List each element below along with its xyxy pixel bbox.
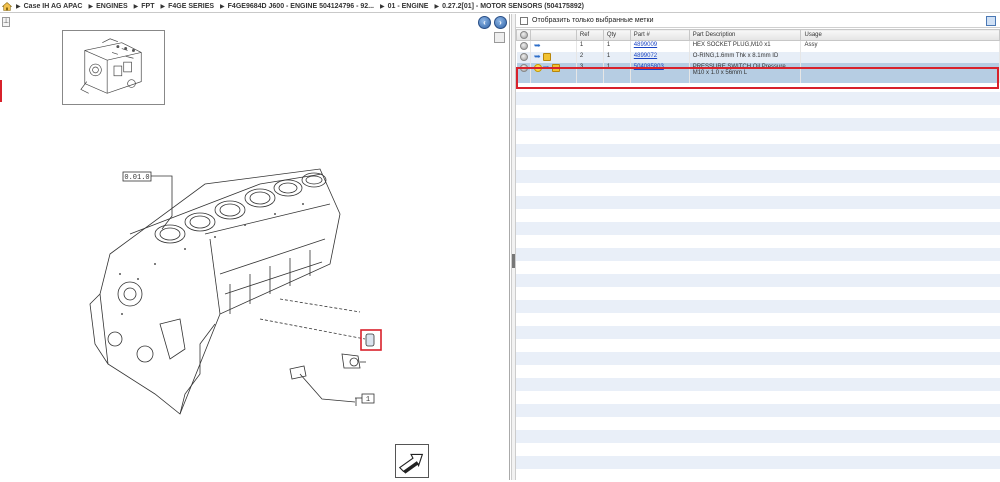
callout-main-label: 0.01.0 [124, 174, 149, 182]
header-qty[interactable]: Qty [602, 29, 631, 41]
export-icon[interactable] [986, 16, 996, 26]
breadcrumb-label: FPT [141, 2, 155, 10]
header-settings[interactable] [516, 29, 531, 41]
row-status-icon[interactable] [519, 52, 528, 61]
next-page-arrow-icon[interactable] [395, 444, 429, 478]
breadcrumb-arrow-icon: ▶ [16, 3, 21, 10]
row-status-icon[interactable] [519, 42, 528, 50]
breadcrumb-label: 01 - ENGINE [387, 2, 429, 10]
home-icon[interactable] [2, 1, 12, 11]
breadcrumb-arrow-icon: ▶ [379, 3, 385, 10]
header-part-number[interactable]: Part # [629, 29, 690, 41]
breadcrumb-item[interactable]: ▶ FPT [134, 3, 155, 10]
row-actions: ➥ [530, 62, 577, 83]
splitter-grip[interactable] [512, 254, 515, 268]
parts-table: Ref Qty Part # Part Description Usage ➥ … [516, 29, 1000, 83]
link-icon[interactable]: ➥ [534, 42, 542, 50]
cell-qty: 1 [603, 51, 631, 63]
cell-qty: 1 [603, 40, 631, 52]
cell-usage [800, 51, 1000, 63]
part-number-link[interactable]: 504085803 [634, 64, 664, 70]
breadcrumb-label: Case IH AG APAC [23, 2, 83, 10]
cell-ref: 3 [576, 62, 604, 83]
table-row[interactable]: ➥ 2 1 4899072 O-RING,1.6mm Thk x 8.1mm I… [516, 51, 1000, 63]
breadcrumb-arrow-icon: ▶ [133, 3, 139, 10]
cell-ref: 1 [576, 40, 604, 52]
table-row[interactable]: ➥ 1 1 4899009 HEX SOCKET PLUG,M10 x1 Ass… [516, 40, 1000, 52]
header-usage[interactable]: Usage [800, 29, 1000, 41]
engine-thumbnail[interactable] [62, 30, 165, 105]
breadcrumb-item: ▶ 0.27.2[01] - MOTOR SENSORS (504175892) [434, 3, 584, 10]
breadcrumb-arrow-icon: ▶ [88, 3, 94, 10]
package-icon[interactable] [542, 52, 551, 61]
breadcrumb-arrow-icon: ▶ [160, 3, 166, 10]
cell-part-number: 504085803 [630, 62, 690, 83]
fullscreen-icon[interactable] [494, 32, 505, 43]
cell-description: HEX SOCKET PLUG,M10 x1 [689, 40, 802, 52]
breadcrumb-item[interactable]: ▶ F4GE SERIES [161, 3, 215, 10]
row-actions: ➥ [530, 40, 577, 52]
breadcrumb-label: 0.27.2[01] - MOTOR SENSORS (504175892) [442, 2, 584, 10]
filter-bar: Отобразить только выбранные метки [516, 14, 1000, 28]
empty-rows [516, 92, 1000, 480]
breadcrumb-arrow-icon: ▶ [220, 3, 225, 10]
breadcrumb-label: ENGINES [96, 2, 128, 10]
breadcrumb-item[interactable]: ▶ 01 - ENGINE [380, 3, 428, 10]
table-row-selected[interactable]: ➥ 3 1 504085803 PRESSURE SWITCH,Oil Pres… [516, 62, 1000, 83]
arrow-right-icon[interactable]: › [494, 16, 507, 29]
active-marker [0, 80, 2, 102]
cell-description: PRESSURE SWITCH,Oil Pressure, M10 x 1.0 … [689, 62, 802, 83]
header-ref[interactable]: Ref [575, 29, 604, 41]
warning-icon[interactable] [533, 63, 542, 72]
part-number-link[interactable]: 4899072 [634, 53, 657, 59]
row-select[interactable] [516, 51, 531, 63]
parts-panel: Отобразить только выбранные метки Ref Qt… [516, 14, 1000, 480]
arrow-left-icon[interactable]: ‹ [478, 16, 491, 29]
package-icon[interactable] [551, 63, 560, 72]
header-actions [529, 29, 577, 41]
engine-block-diagram: 0.01.0 1 [89, 168, 382, 415]
show-selected-checkbox[interactable] [520, 16, 528, 25]
cell-usage: Assy [800, 40, 1000, 52]
pin-icon[interactable]: ⊥ [2, 17, 10, 27]
table-header: Ref Qty Part # Part Description Usage [516, 29, 1000, 41]
breadcrumb-arrow-icon: ▶ [434, 3, 440, 10]
breadcrumb-item[interactable]: ▶ ENGINES [89, 3, 128, 10]
filter-label: Отобразить только выбранные метки [532, 17, 654, 24]
link-icon[interactable]: ➥ [543, 63, 551, 72]
settings-icon[interactable] [520, 31, 528, 39]
diagram-panel: ⊥ ‹ › 0.01.0 1 [0, 14, 510, 480]
row-select[interactable] [516, 62, 531, 83]
row-status-icon[interactable] [519, 63, 528, 72]
row-select[interactable] [516, 40, 531, 52]
cell-qty: 1 [603, 62, 631, 83]
cell-part-number: 4899072 [630, 51, 690, 63]
header-description[interactable]: Part Description [688, 29, 802, 41]
cell-usage [800, 62, 1000, 83]
breadcrumb-label: F4GE9684D J600 - ENGINE 504124796 - 92..… [227, 2, 374, 10]
breadcrumb: ▶ Case IH AG APAC ▶ ENGINES ▶ FPT ▶ F4GE SER… [0, 0, 1000, 13]
link-icon[interactable]: ➥ [534, 52, 542, 61]
breadcrumb-label: F4GE SERIES [168, 2, 215, 10]
cell-ref: 2 [576, 51, 604, 63]
cell-part-number: 4899009 [630, 40, 690, 52]
breadcrumb-item[interactable]: ▶ F4GE9684D J600 - ENGINE 504124796 - 92.… [220, 3, 374, 10]
row-actions: ➥ [530, 51, 577, 63]
cell-description: O-RING,1.6mm Thk x 8.1mm ID [689, 51, 802, 63]
callout-ref-label: 1 [366, 396, 370, 404]
part-number-link[interactable]: 4899009 [634, 42, 657, 48]
breadcrumb-item[interactable]: ▶ Case IH AG APAC [16, 3, 83, 10]
